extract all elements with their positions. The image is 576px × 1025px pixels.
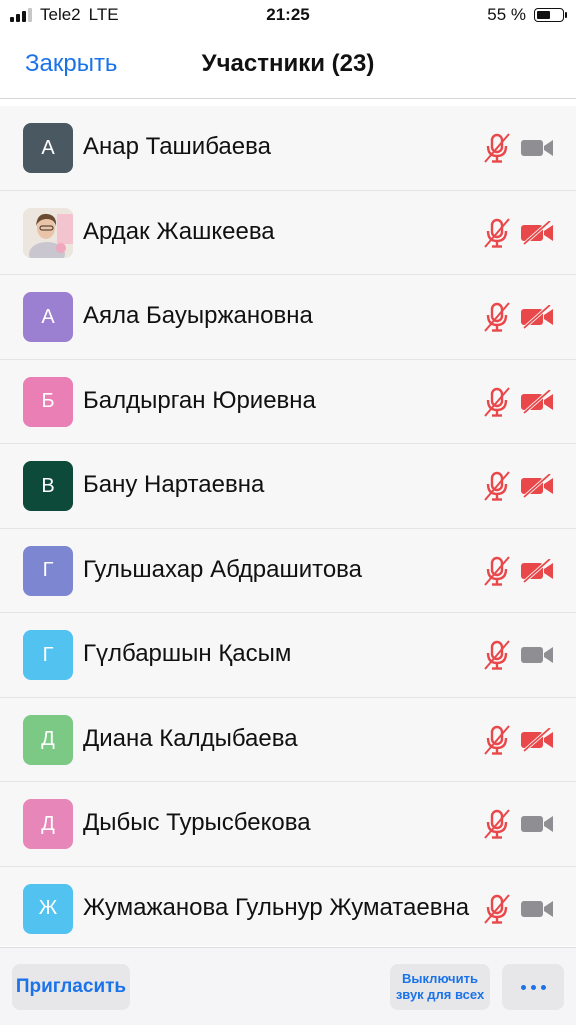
avatar: Б bbox=[23, 376, 73, 427]
mic-muted-icon[interactable] bbox=[482, 132, 512, 164]
avatar: Г bbox=[23, 545, 73, 596]
avatar bbox=[23, 207, 73, 258]
avatar: А bbox=[23, 123, 73, 173]
mic-muted-icon[interactable] bbox=[482, 724, 512, 756]
camera-off-icon[interactable] bbox=[520, 219, 554, 245]
participant-row[interactable]: А Аяла Бауыржановна bbox=[0, 275, 576, 360]
battery-level bbox=[537, 11, 550, 19]
mic-muted-icon[interactable] bbox=[482, 470, 512, 502]
participant-row[interactable]: В Бану Нартаевна bbox=[0, 444, 576, 529]
participant-name: Дыбыс Турысбекова bbox=[83, 809, 311, 836]
more-dots-icon bbox=[520, 984, 546, 990]
camera-icon[interactable] bbox=[520, 897, 554, 921]
camera-off-icon[interactable] bbox=[520, 726, 554, 752]
page-title: Участники (23) bbox=[201, 50, 375, 77]
status-bar: Tele2 LTE 21:25 55 % bbox=[0, 0, 576, 32]
camera-off-icon[interactable] bbox=[520, 557, 554, 583]
mic-muted-icon[interactable] bbox=[482, 808, 512, 840]
battery-icon bbox=[534, 8, 567, 22]
mic-muted-icon[interactable] bbox=[482, 639, 512, 671]
mic-muted-icon[interactable] bbox=[482, 301, 512, 333]
participant-name: Жумажанова Гульнур Жуматаевна bbox=[83, 893, 470, 921]
bottom-toolbar: Пригласить Выключить звук для всех bbox=[0, 947, 576, 1025]
participant-row[interactable]: Ж Жумажанова Гульнур Жуматаевна bbox=[0, 866, 576, 946]
participant-name: Гульшахар Абдрашитова bbox=[83, 555, 362, 583]
avatar: Д bbox=[23, 714, 73, 765]
avatar: Г bbox=[23, 630, 73, 680]
avatar: В bbox=[23, 461, 73, 511]
mute-all-label-line1: Выключить bbox=[402, 971, 478, 986]
participant-name: Гүлбаршын Қасым bbox=[83, 640, 292, 667]
battery-percent: 55 % bbox=[487, 5, 526, 24]
camera-icon[interactable] bbox=[520, 136, 554, 160]
participant-name: Диана Калдыбаева bbox=[83, 724, 298, 752]
participant-name: Ардак Жашкеева bbox=[83, 217, 275, 245]
participant-row[interactable]: Ардак Жашкеева bbox=[0, 190, 576, 275]
camera-icon[interactable] bbox=[520, 643, 554, 667]
status-right: 55 % bbox=[487, 5, 567, 25]
participant-row[interactable]: Г Гульшахар Абдрашитова bbox=[0, 528, 576, 613]
participant-name: Анар Ташибаева bbox=[83, 133, 271, 160]
camera-off-icon[interactable] bbox=[520, 303, 554, 330]
mute-all-button[interactable]: Выключить звук для всех bbox=[390, 964, 490, 1010]
participant-row[interactable]: Д Дыбыс Турысбекова bbox=[0, 782, 576, 867]
avatar: Д bbox=[23, 799, 73, 849]
mic-muted-icon[interactable] bbox=[482, 217, 512, 249]
avatar: Ж bbox=[23, 883, 73, 934]
nav-bar: Закрыть Участники (23) bbox=[0, 32, 576, 99]
mic-muted-icon[interactable] bbox=[482, 386, 512, 418]
participant-list[interactable]: А Анар Ташибаева Ардак Жашкеева А Аяла Б… bbox=[0, 106, 576, 946]
participant-row[interactable]: А Анар Ташибаева bbox=[0, 106, 576, 191]
participant-row[interactable]: Д Диана Калдыбаева bbox=[0, 697, 576, 782]
participant-name: Балдырган Юриевна bbox=[83, 386, 316, 414]
camera-icon[interactable] bbox=[520, 812, 554, 836]
participant-row[interactable]: Б Балдырган Юриевна bbox=[0, 359, 576, 444]
more-options-button[interactable] bbox=[502, 964, 564, 1010]
participant-name: Бану Нартаевна bbox=[83, 471, 265, 498]
avatar: А bbox=[23, 292, 73, 342]
participant-row[interactable]: Г Гүлбаршын Қасым bbox=[0, 613, 576, 698]
mic-muted-icon[interactable] bbox=[482, 893, 512, 925]
mic-muted-icon[interactable] bbox=[482, 555, 512, 587]
participant-name: Аяла Бауыржановна bbox=[83, 302, 313, 329]
camera-off-icon[interactable] bbox=[520, 472, 554, 499]
camera-off-icon[interactable] bbox=[520, 388, 554, 414]
mute-all-label-line2: звук для всех bbox=[395, 987, 485, 1002]
invite-button[interactable]: Пригласить bbox=[12, 964, 130, 1010]
